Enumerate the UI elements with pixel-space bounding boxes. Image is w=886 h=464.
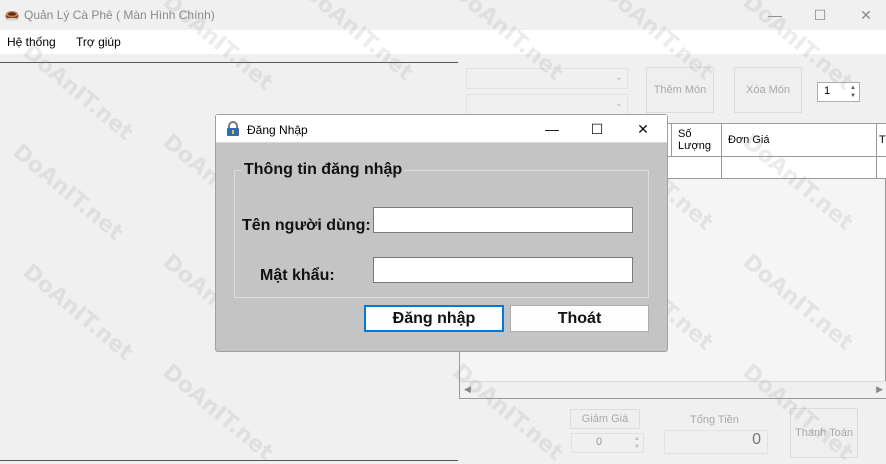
password-label: Mật khẩu: bbox=[260, 267, 335, 284]
quantity-stepper[interactable]: 1 ▲ ▼ bbox=[817, 82, 860, 102]
table-cell[interactable] bbox=[722, 157, 877, 179]
grid-header-quantity[interactable]: Số Lượng bbox=[672, 124, 722, 157]
window-title: Quản Lý Cà Phê ( Màn Hình Chính) bbox=[24, 8, 215, 22]
food-combo[interactable]: ⌄ bbox=[466, 94, 628, 115]
dialog-minimize-button[interactable]: — bbox=[529, 115, 575, 143]
add-item-button[interactable]: Thêm Món bbox=[646, 67, 714, 113]
pay-button[interactable]: Thanh Toán bbox=[790, 408, 858, 458]
remove-item-button[interactable]: Xóa Món bbox=[734, 67, 802, 113]
chevron-down-icon: ⌄ bbox=[614, 98, 623, 109]
login-button[interactable]: Đăng nhập bbox=[364, 305, 504, 332]
menu-bar: Hệ thống Trợ giúp bbox=[0, 30, 886, 54]
horizontal-scrollbar[interactable]: ◀ ▶ bbox=[460, 381, 886, 398]
spin-up-icon[interactable]: ▲ bbox=[847, 84, 859, 92]
maximize-button[interactable]: ☐ bbox=[797, 0, 843, 30]
password-input[interactable] bbox=[373, 257, 633, 283]
lock-icon bbox=[227, 121, 239, 136]
close-button[interactable]: ✕ bbox=[843, 0, 886, 30]
grid-header-total[interactable]: T bbox=[877, 124, 886, 157]
total-label: Tổng Tiền bbox=[690, 414, 739, 426]
divider bbox=[0, 460, 458, 461]
discount-value: 0 bbox=[596, 436, 603, 448]
dialog-maximize-button[interactable]: ☐ bbox=[574, 115, 620, 143]
spin-up-icon[interactable]: ▲ bbox=[631, 435, 643, 443]
dialog-title-bar: Đăng Nhập — ☐ ✕ bbox=[216, 115, 667, 143]
scroll-right-icon[interactable]: ▶ bbox=[876, 384, 883, 395]
minimize-button[interactable]: — bbox=[752, 0, 798, 30]
scroll-left-icon[interactable]: ◀ bbox=[464, 384, 471, 395]
main-title-bar: Quản Lý Cà Phê ( Màn Hình Chính) — ☐ ✕ bbox=[0, 0, 886, 30]
dialog-close-button[interactable]: ✕ bbox=[620, 115, 666, 143]
menu-item-system[interactable]: Hệ thống bbox=[7, 35, 56, 49]
table-cell[interactable] bbox=[672, 157, 722, 179]
quantity-value: 1 bbox=[824, 85, 831, 97]
spin-down-icon[interactable]: ▼ bbox=[631, 443, 643, 451]
group-title: Thông tin đăng nhập bbox=[242, 161, 405, 179]
discount-label: Giảm Giá bbox=[570, 409, 640, 429]
category-combo[interactable]: ⌄ bbox=[466, 68, 628, 89]
login-dialog: Đăng Nhập — ☐ ✕ Thông tin đăng nhập Tên … bbox=[216, 115, 667, 351]
spin-down-icon[interactable]: ▼ bbox=[847, 92, 859, 100]
divider bbox=[0, 62, 458, 63]
grid-header-price[interactable]: Đơn Giá bbox=[722, 124, 877, 157]
username-input[interactable] bbox=[373, 207, 633, 233]
discount-stepper[interactable]: 0 ▲ ▼ bbox=[571, 433, 644, 453]
menu-item-help[interactable]: Trợ giúp bbox=[76, 35, 121, 49]
exit-button[interactable]: Thoát bbox=[510, 305, 649, 332]
username-label: Tên người dùng: bbox=[242, 217, 371, 234]
chevron-down-icon: ⌄ bbox=[614, 72, 623, 83]
total-field: 0 bbox=[664, 430, 768, 454]
coffee-cup-icon bbox=[5, 11, 19, 21]
dialog-title: Đăng Nhập bbox=[247, 123, 308, 137]
